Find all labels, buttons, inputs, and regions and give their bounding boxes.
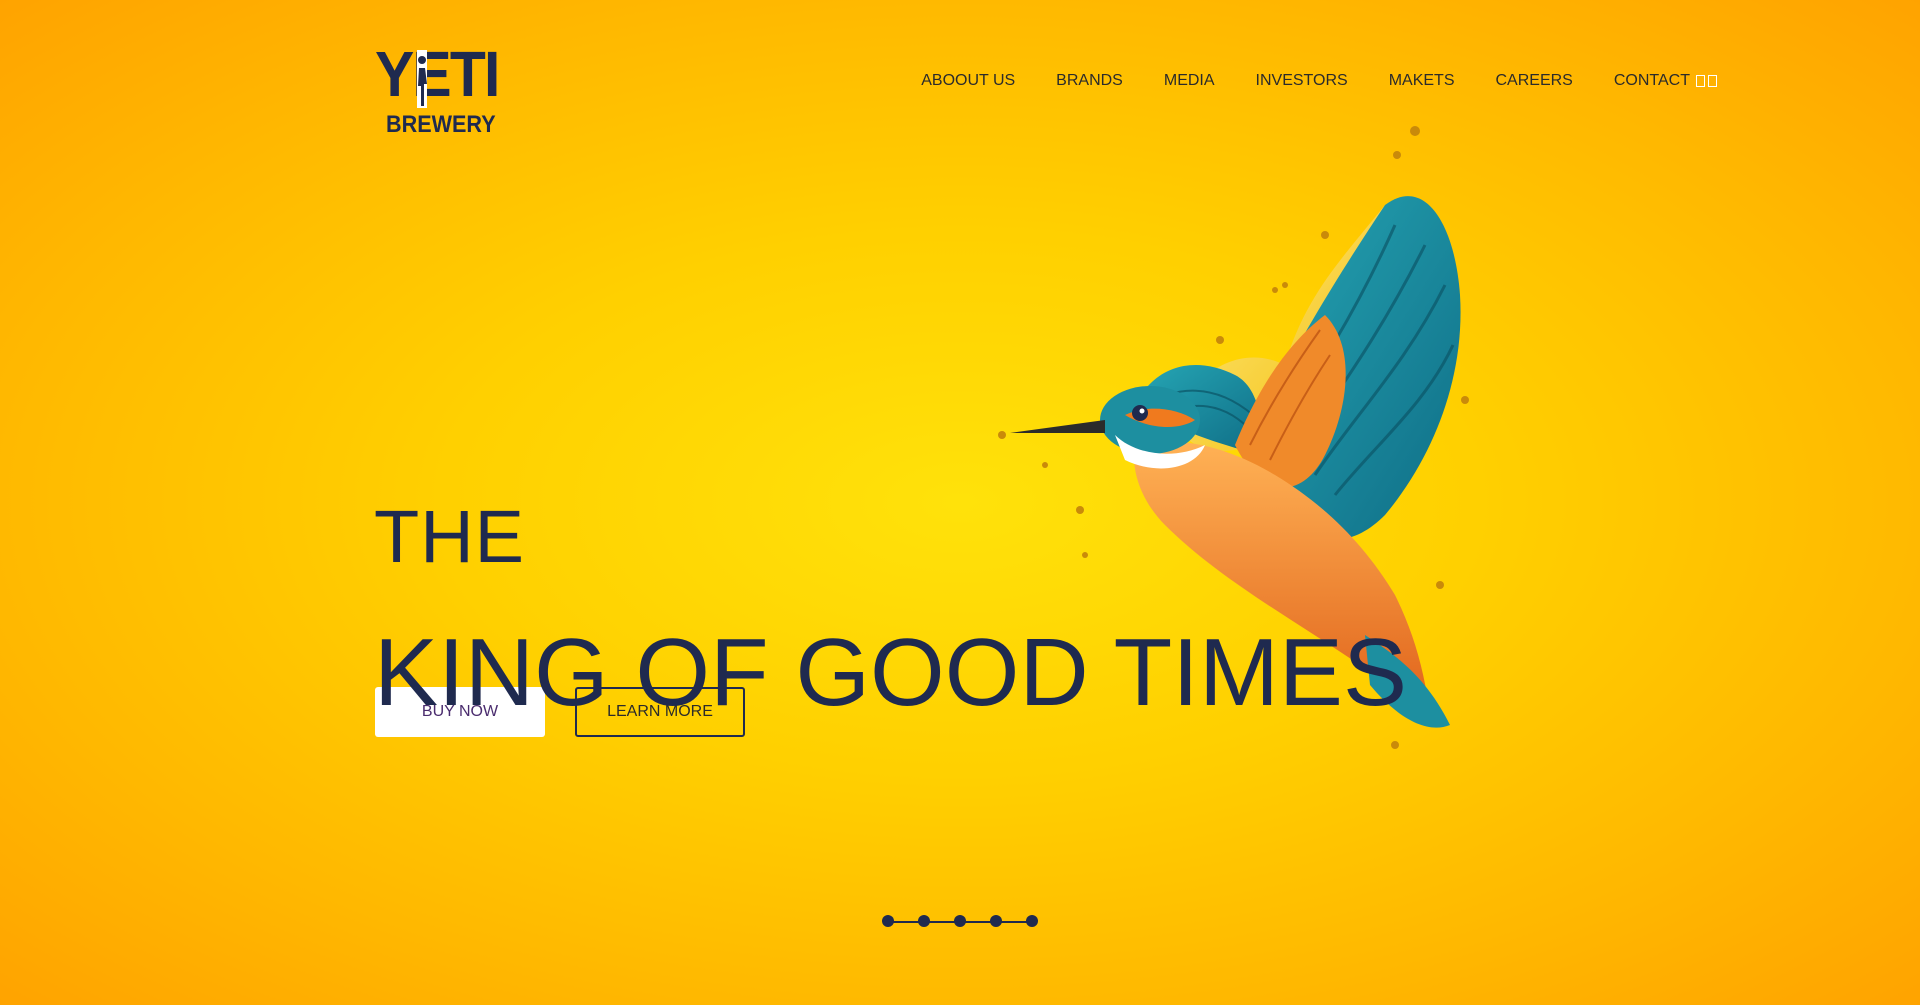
logo-wordmark-bottom: BREWERY — [386, 111, 496, 138]
pager-dot-1[interactable] — [882, 915, 894, 927]
nav-careers[interactable]: CAREERS — [1496, 72, 1573, 90]
nav-about-us[interactable]: ABOOUT US — [921, 72, 1015, 90]
pager-dot-3[interactable] — [954, 915, 966, 927]
nav-brands[interactable]: BRANDS — [1056, 72, 1123, 90]
nav-markets[interactable]: MAKETS — [1389, 72, 1455, 90]
brand-logo[interactable]: YETI BREWERY — [375, 42, 507, 138]
nav-contact[interactable]: CONTACT — [1614, 72, 1717, 90]
pager-dot-5[interactable] — [1026, 915, 1038, 927]
hero-line-the: THE — [374, 495, 525, 578]
missing-glyph-icon — [1708, 75, 1717, 87]
missing-glyph-icon — [1696, 75, 1705, 87]
yeti-figure-icon — [417, 50, 427, 108]
pager-dot-4[interactable] — [990, 915, 1002, 927]
main-navigation: ABOOUT US BRANDS MEDIA INVESTORS MAKETS … — [921, 72, 1717, 90]
hero-headline: KING OF GOOD TIMES — [374, 619, 1407, 726]
logo-wordmark-top: YETI — [375, 38, 500, 110]
nav-contact-label: CONTACT — [1613, 72, 1690, 89]
pager-dot-2[interactable] — [918, 915, 930, 927]
carousel-pager — [882, 915, 1042, 929]
nav-media[interactable]: MEDIA — [1164, 72, 1215, 90]
nav-investors[interactable]: INVESTORS — [1256, 72, 1348, 90]
